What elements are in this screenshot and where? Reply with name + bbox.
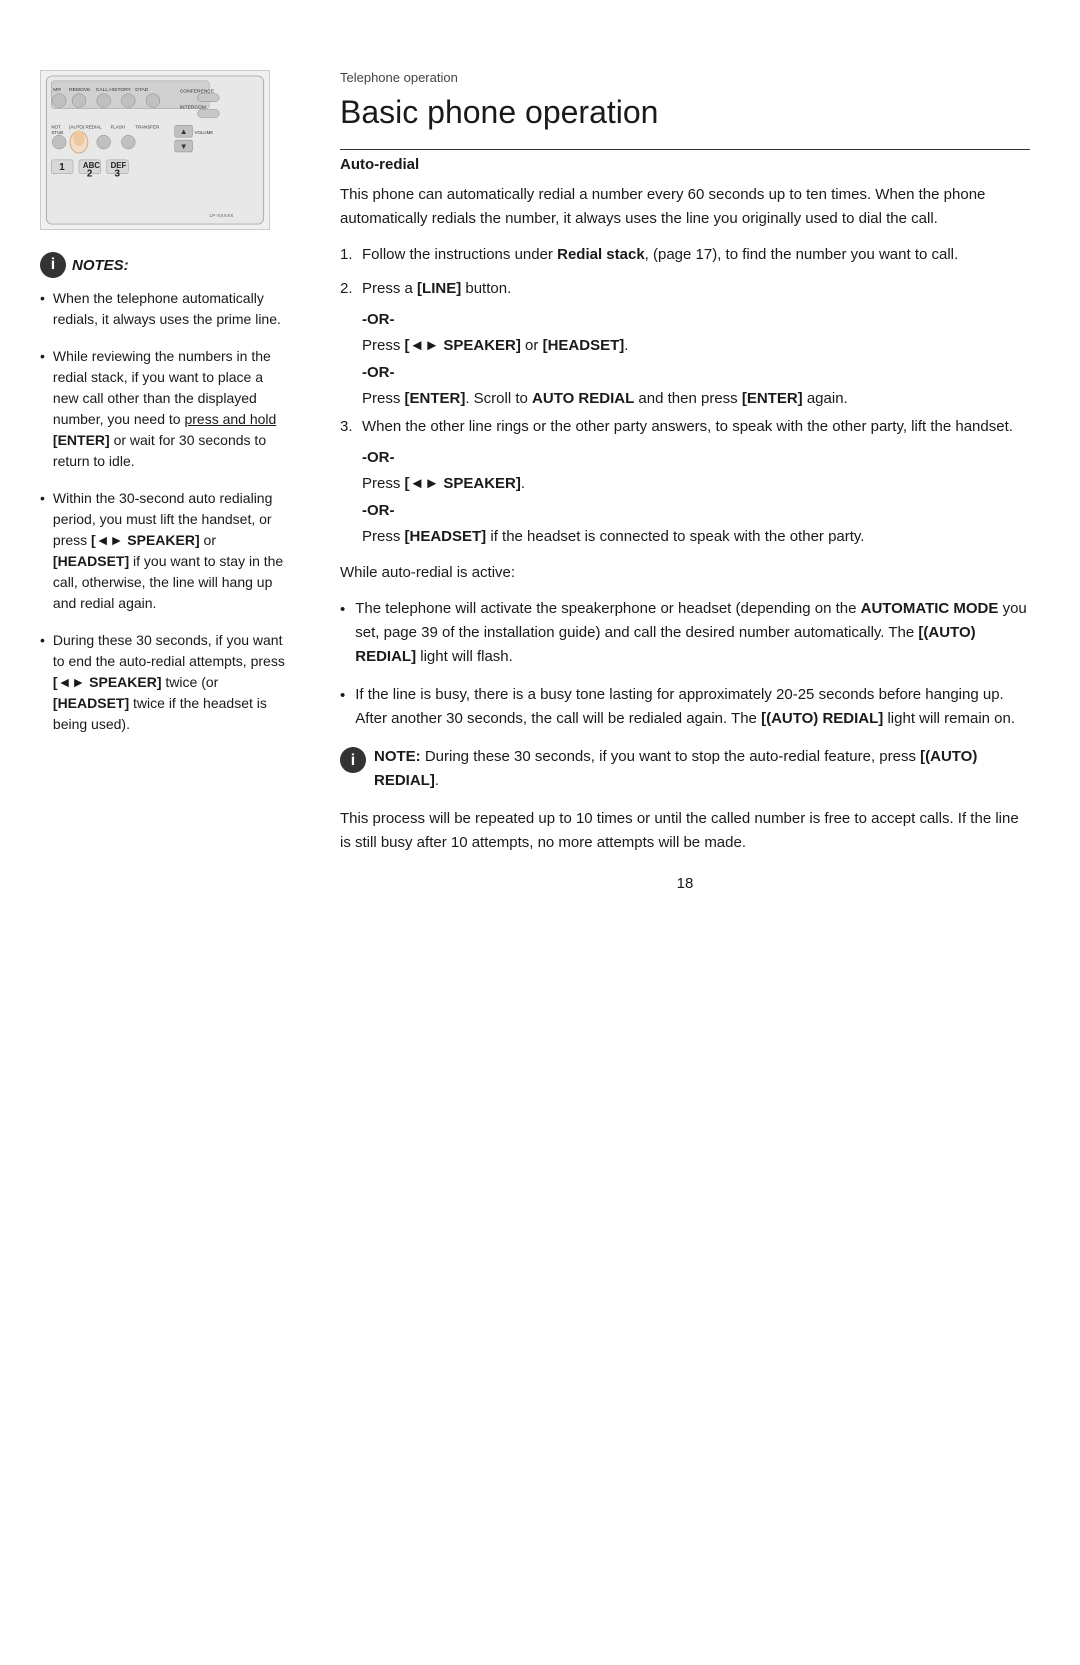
svg-text:VOLUME: VOLUME — [195, 130, 214, 135]
press-headset-bold: [HEADSET] — [543, 337, 625, 354]
step-3-text: When the other line rings or the other p… — [362, 415, 1013, 439]
step-1-number: 1. — [340, 243, 362, 267]
press-speaker-bold: [◄► SPEAKER] — [405, 337, 521, 354]
note-block: i NOTE: During these 30 seconds, if you … — [340, 745, 1030, 793]
press-enter-text: Press [ENTER]. Scroll to AUTO REDIAL and… — [362, 387, 1030, 411]
bullet-1-text: The telephone will activate the speakerp… — [355, 597, 1030, 669]
bullet-2-text: If the line is busy, there is a busy ton… — [355, 683, 1030, 731]
svg-text:LP-XXXXX: LP-XXXXX — [209, 213, 234, 219]
phone-image: MR REMOVE CALL HISTORY DTAD CONFERENCE I… — [40, 70, 270, 230]
list-item: During these 30 sec­onds, if you want to… — [40, 630, 290, 735]
auto-redial-bracket-bold2: [(AUTO) REDIAL] — [761, 710, 883, 727]
press-speaker-only: Press [◄► SPEAKER]. — [362, 472, 1030, 496]
svg-text:2: 2 — [87, 169, 93, 180]
right-column: Telephone operation Basic phone operatio… — [310, 40, 1080, 1625]
auto-redial-bracket-bold1: [(AUTO) REDIAL] — [355, 624, 975, 665]
steps-list: 1. Follow the instructions under Redial … — [340, 243, 1030, 301]
notes-list: When the telephone automatically redials… — [40, 288, 290, 735]
step3-list: 3. When the other line rings or the othe… — [340, 415, 1030, 439]
auto-mode-bold: AUTOMATIC MODE — [861, 600, 999, 617]
bullet-item-1: The telephone will activate the speakerp… — [340, 597, 1030, 669]
note-2-underline: press and hold — [184, 411, 276, 427]
left-column: MR REMOVE CALL HISTORY DTAD CONFERENCE I… — [0, 40, 310, 1625]
svg-text:CALL HISTORY: CALL HISTORY — [96, 87, 132, 93]
notes-title: NOTES: — [72, 257, 129, 274]
auto-redial-bold: AUTO REDIAL — [532, 390, 634, 407]
note-auto-redial-bold: [(AUTO) REDIAL] — [374, 748, 977, 789]
press-headset-bold2: [HEADSET] — [405, 528, 487, 545]
intro-text: This phone can automatically redial a nu… — [340, 183, 1030, 231]
step-1: 1. Follow the instructions under Redial … — [340, 243, 1030, 267]
section-divider — [340, 149, 1030, 150]
step-2-bold: [LINE] — [417, 280, 461, 297]
svg-text:DTAD: DTAD — [135, 87, 148, 93]
page: MR REMOVE CALL HISTORY DTAD CONFERENCE I… — [0, 0, 1080, 1665]
step-1-text: Follow the instructions under Redial sta… — [362, 243, 958, 267]
note-3-bold2: [HEADSET] — [53, 553, 129, 569]
press-speaker-headset: Press [◄► SPEAKER] or [HEADSET]. — [362, 334, 1030, 358]
step-3-number: 3. — [340, 415, 362, 439]
page-number: 18 — [340, 875, 1030, 892]
svg-text:MR: MR — [53, 87, 61, 93]
while-active-label: While auto-redial is active: — [340, 561, 1030, 585]
note-2-bold: [ENTER] — [53, 432, 110, 448]
svg-text:3: 3 — [115, 169, 121, 180]
svg-text:NOT: NOT — [51, 124, 61, 129]
info-icon: i — [40, 252, 66, 278]
note-4-bold1: [◄► SPEAKER] — [53, 674, 162, 690]
note-4-bold2: [HEADSET] — [53, 695, 129, 711]
or-line-2: -OR- — [362, 364, 1030, 381]
step-2-text: Press a [LINE] button. — [362, 277, 511, 301]
main-title: Basic phone operation — [340, 93, 1030, 131]
press-headset-text: Press [HEADSET] if the headset is connec… — [362, 525, 1030, 549]
svg-text:▲: ▲ — [180, 127, 188, 136]
svg-text:TRANSFER: TRANSFER — [135, 124, 159, 129]
note-label-bold: NOTE: — [374, 748, 421, 765]
list-item: Within the 30-second auto redialing peri… — [40, 488, 290, 614]
step-2: 2. Press a [LINE] button. — [340, 277, 1030, 301]
step-2-number: 2. — [340, 277, 362, 301]
bullet-list: The telephone will activate the speakerp… — [340, 597, 1030, 731]
note-block-text: NOTE: During these 30 seconds, if you wa… — [374, 745, 1030, 793]
note-4-text: During these 30 sec­onds, if you want to… — [53, 630, 290, 735]
step-1-bold: Redial stack — [557, 246, 645, 263]
svg-text:1: 1 — [59, 162, 65, 173]
or-line-4: -OR- — [362, 502, 1030, 519]
press-enter-bold1: [ENTER] — [405, 390, 466, 407]
svg-text:REMOVE: REMOVE — [69, 87, 91, 93]
svg-text:▼: ▼ — [180, 142, 188, 151]
svg-text:STUB: STUB — [51, 130, 63, 135]
list-item: While reviewing the numbers in the redia… — [40, 346, 290, 472]
subsection-title: Auto-redial — [340, 156, 1030, 173]
press-speaker-only-bold: [◄► SPEAKER] — [405, 475, 521, 492]
section-label: Telephone operation — [340, 70, 1030, 85]
note-3-text: Within the 30-second auto redialing peri… — [53, 488, 290, 614]
closing-text: This process will be repeated up to 10 t… — [340, 807, 1030, 855]
svg-text:(AUTO) REDIAL: (AUTO) REDIAL — [69, 124, 102, 129]
bullet-item-2: If the line is busy, there is a busy ton… — [340, 683, 1030, 731]
list-item: When the telephone automatically redials… — [40, 288, 290, 330]
or-line-3: -OR- — [362, 449, 1030, 466]
or-line-1: -OR- — [362, 311, 1030, 328]
note-info-icon: i — [340, 747, 366, 773]
note-2-text: While reviewing the numbers in the redia… — [53, 346, 290, 472]
svg-text:FLASH: FLASH — [111, 124, 125, 129]
note-3-bold1: [◄► SPEAKER] — [91, 532, 200, 548]
notes-header: i NOTES: — [40, 252, 290, 278]
note-1-text: When the telephone automatically redials… — [53, 288, 290, 330]
step-3: 3. When the other line rings or the othe… — [340, 415, 1030, 439]
press-enter-bold2: [ENTER] — [742, 390, 803, 407]
